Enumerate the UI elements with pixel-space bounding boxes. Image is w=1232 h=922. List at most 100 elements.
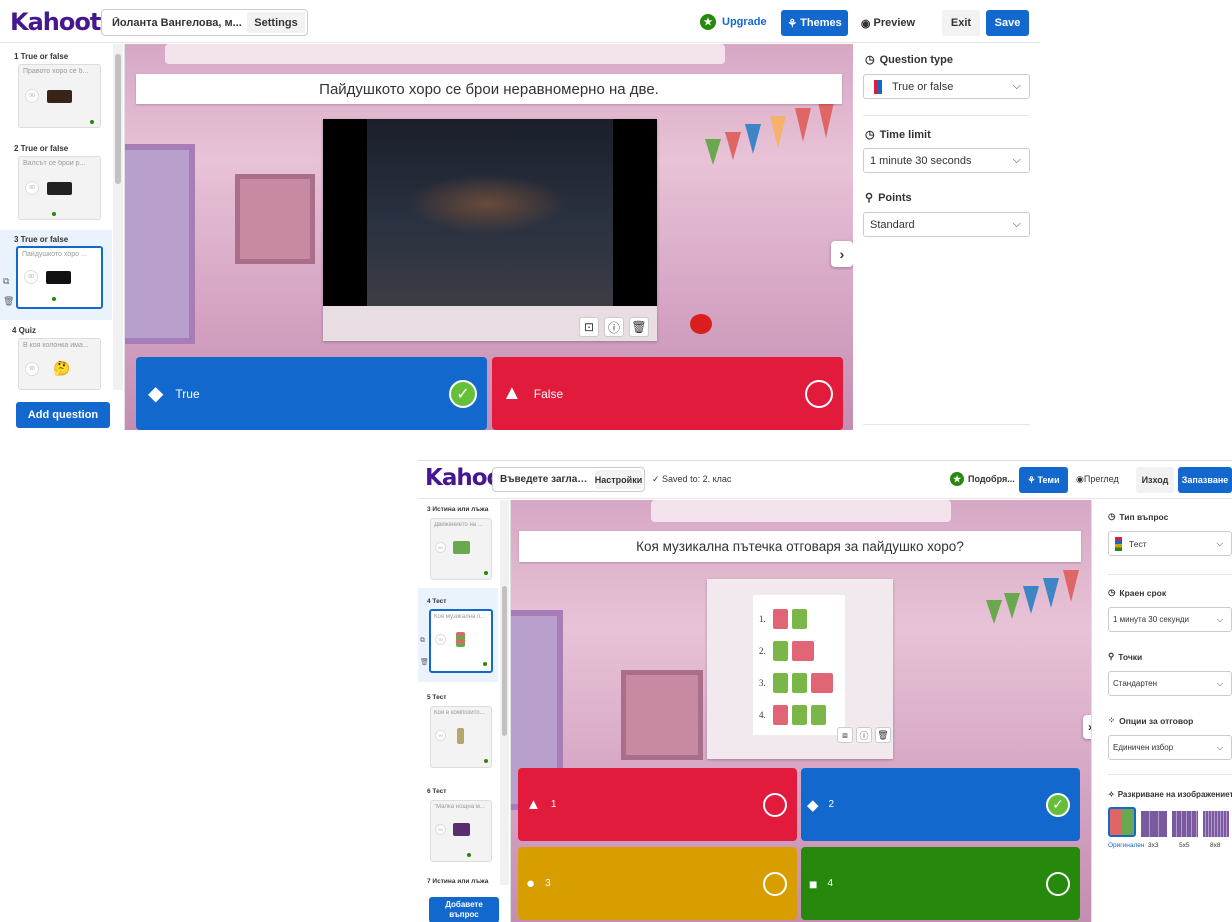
scrollbar-thumb[interactable] <box>502 586 507 736</box>
slide-7[interactable]: 7 Истина или лъжа <box>418 876 498 890</box>
answer-1[interactable]: ▲ 1 <box>518 768 797 841</box>
themes-button[interactable]: ⚘ Теми <box>1019 467 1068 493</box>
bunting-flag <box>705 139 721 165</box>
slide-thumbnail: "Малка нощна м... 90 <box>430 800 492 862</box>
answer-text[interactable]: 3 <box>545 878 551 889</box>
exit-button[interactable]: Изход <box>1136 467 1174 493</box>
preview-button[interactable]: ◉ Preview <box>856 10 920 36</box>
kahoot-editor-english: Kahoot! Йоланта Вангелова, м... Settings… <box>0 0 1040 430</box>
divider <box>1108 574 1232 575</box>
answer-2[interactable]: ▲ False <box>492 357 843 430</box>
thumb-timer: 90 <box>25 181 39 195</box>
question-type-select[interactable]: Тест ⌵ <box>1108 531 1232 556</box>
slides-sidebar: 3 Истина или лъжа Движението на ... 90 4… <box>418 500 511 922</box>
correct-check-icon[interactable]: ✓ <box>1046 792 1070 817</box>
sidebar-scrollbar[interactable] <box>500 500 509 885</box>
question-text[interactable]: Пайдушкото хоро се брои неравномерно на … <box>136 74 842 104</box>
time-limit-value: 1 minute 30 seconds <box>870 154 972 167</box>
kahoot-editor-bulgarian: Kahoot! Въведете заглавие ... Настройки … <box>418 460 1232 922</box>
points-select[interactable]: Standard ⌵ <box>863 212 1030 237</box>
reveal-option-8x8[interactable] <box>1203 811 1229 837</box>
answer-text[interactable]: 1 <box>551 799 557 810</box>
slide-4[interactable]: 4 Тест Коя музикална п... 90 ⧉ 🗑 <box>418 588 498 682</box>
question-type-value: Тест <box>1129 538 1147 549</box>
chevron-right-icon[interactable]: › <box>831 241 853 267</box>
upgrade-button[interactable]: ★ Подобря... <box>950 472 1015 486</box>
trash-icon[interactable]: 🗑 <box>629 317 649 337</box>
duplicate-icon[interactable]: ⧉ <box>3 276 9 287</box>
trash-icon[interactable]: 🗑 <box>3 296 14 307</box>
answer-1[interactable]: ◆ True ✓ <box>136 357 487 430</box>
slide-6[interactable]: 6 Тест "Малка нощна м... 90 <box>418 786 498 866</box>
correct-toggle-circle[interactable] <box>763 871 787 896</box>
answer-text[interactable]: 2 <box>829 799 835 810</box>
save-button[interactable]: Запазване <box>1178 467 1232 493</box>
correct-toggle-circle[interactable] <box>1046 871 1070 896</box>
question-type-value: True or false <box>892 80 954 93</box>
true-false-icon <box>874 80 882 94</box>
reveal-option-original[interactable] <box>1108 807 1136 837</box>
settings-button[interactable]: Настройки <box>595 470 642 489</box>
crop-icon[interactable]: ⧈ <box>837 727 853 743</box>
diamond-icon: ◆ <box>807 796 819 814</box>
exit-button[interactable]: Exit <box>942 10 980 36</box>
time-limit-select[interactable]: 1 minute 30 seconds ⌵ <box>863 148 1030 173</box>
slide-3[interactable]: 3 True or false Пайдушкото хоро ... 90 ⧉… <box>0 230 112 320</box>
slide-2[interactable]: 2 True or false Валсът се брои р... 90 <box>0 140 112 224</box>
answer-2[interactable]: ◆ 2 ✓ <box>801 768 1080 841</box>
chevron-down-icon: ⌵ <box>1012 80 1021 92</box>
answer-3[interactable]: ● 3 <box>518 847 797 920</box>
correct-check-icon[interactable]: ✓ <box>449 379 477 408</box>
slide-5[interactable]: 5 Тест Кой е композито... 90 <box>418 692 498 772</box>
thumb-image <box>46 271 71 284</box>
medal-icon: ⚲ <box>865 192 874 204</box>
sidebar-scrollbar[interactable] <box>113 44 123 390</box>
info-icon[interactable]: ⓘ <box>856 727 872 743</box>
settings-button[interactable]: Settings <box>247 12 305 33</box>
save-button[interactable]: Save <box>986 10 1029 36</box>
divider <box>1108 774 1232 775</box>
correct-toggle-circle[interactable] <box>805 379 833 408</box>
upgrade-button[interactable]: ★ Upgrade <box>700 14 767 30</box>
kahoot-logo[interactable]: Kahoot! <box>10 8 111 36</box>
scrollbar-thumb[interactable] <box>115 54 121 184</box>
question-type-select[interactable]: True or false ⌵ <box>863 74 1030 99</box>
duplicate-icon[interactable]: ⧉ <box>420 637 425 645</box>
title-field[interactable]: Йоланта Вангелова, м... Settings <box>101 9 308 36</box>
add-question-button[interactable]: Добавете въпрос <box>429 897 499 922</box>
correct-toggle-circle[interactable] <box>763 792 787 817</box>
dance-image[interactable] <box>323 119 657 306</box>
points-select[interactable]: Стандартен ⌵ <box>1108 671 1232 696</box>
bunting-flag <box>818 102 834 138</box>
question-canvas: Коя музикална пътечка отговаря за пайдуш… <box>511 500 1091 922</box>
themes-button[interactable]: ⚘ Themes <box>781 10 848 36</box>
reveal-option-5x5[interactable] <box>1172 811 1198 837</box>
slide-4[interactable]: 4 Quiz В коя колонка има... 90 🤔 <box>0 324 112 390</box>
reveal-option-3x3[interactable] <box>1141 811 1167 837</box>
themes-label: Теми <box>1037 475 1060 485</box>
time-limit-select[interactable]: 1 минута 30 секунди ⌵ <box>1108 607 1232 632</box>
answer-4[interactable]: ■ 4 <box>801 847 1080 920</box>
chevron-down-icon: ⌵ <box>1216 678 1223 688</box>
answer-text[interactable]: False <box>534 387 563 401</box>
slide-3[interactable]: 3 Истина или лъжа Движението на ... 90 <box>418 504 498 584</box>
chevron-right-icon[interactable]: › <box>1083 715 1091 739</box>
answer-text[interactable]: 4 <box>827 878 833 889</box>
crop-icon[interactable]: ⊡ <box>579 317 599 337</box>
info-icon[interactable]: ⓘ <box>604 317 624 337</box>
trash-icon[interactable]: 🗑 <box>875 727 891 743</box>
slide-1[interactable]: 1 True or false Правото хоро се б... 90 <box>0 48 112 132</box>
points-text: Точки <box>1118 651 1143 662</box>
add-question-button[interactable]: Add question <box>16 402 110 428</box>
chevron-down-icon: ⌵ <box>1012 218 1021 230</box>
answer-text[interactable]: True <box>175 387 199 401</box>
rhythm-block <box>792 641 814 661</box>
preview-button[interactable]: ◉Преглед <box>1076 474 1119 485</box>
trash-icon[interactable]: 🗑 <box>420 658 429 666</box>
rhythm-image[interactable]: 1. 2. 3. 4. <box>753 595 845 735</box>
answer-options-select[interactable]: Единичен избор ⌵ <box>1108 735 1232 760</box>
upgrade-label: Upgrade <box>722 16 767 28</box>
slide-label: 2 True or false <box>14 144 69 153</box>
question-text[interactable]: Коя музикална пътечка отговаря за пайдуш… <box>519 531 1081 562</box>
title-field[interactable]: Въведете заглавие ... Настройки <box>492 467 645 492</box>
